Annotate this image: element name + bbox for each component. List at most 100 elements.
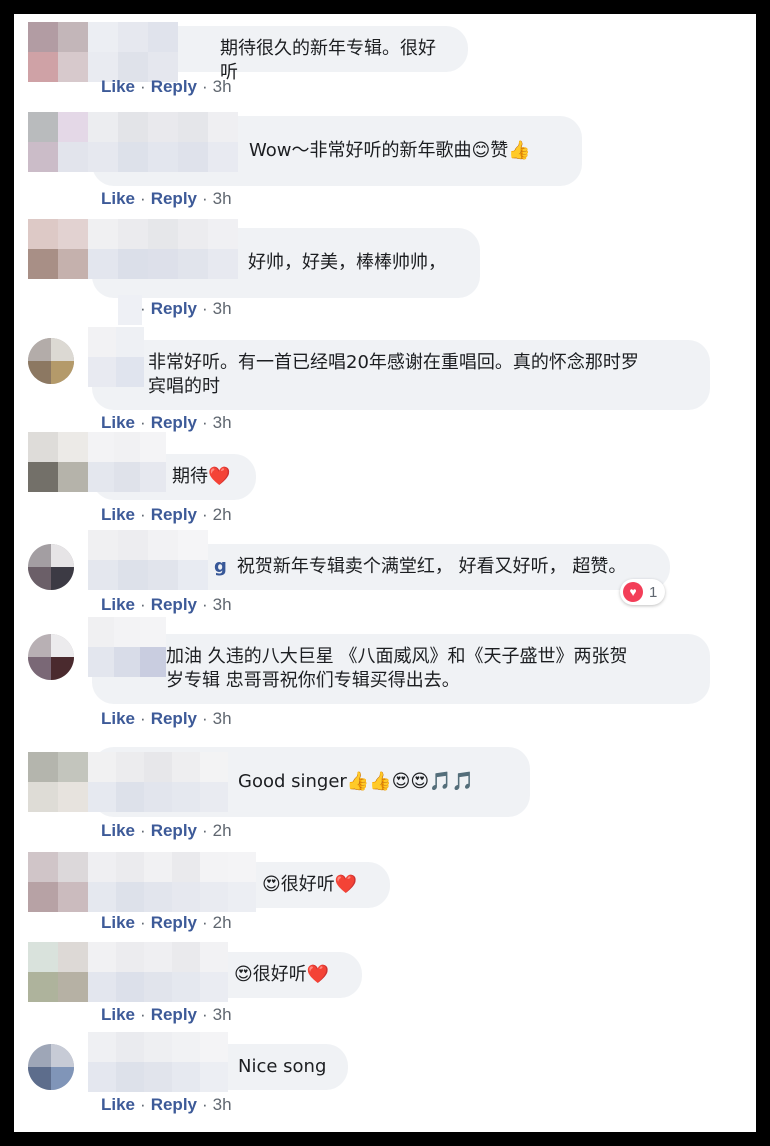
reply-link[interactable]: Reply: [151, 1005, 197, 1024]
timestamp[interactable]: 2h: [213, 505, 232, 524]
reply-link[interactable]: Reply: [151, 1095, 197, 1114]
reply-link[interactable]: Reply: [151, 299, 197, 318]
like-link[interactable]: Like: [101, 913, 135, 932]
comment-actions: Like · Reply · 2h: [101, 821, 232, 841]
blurred-name: [88, 617, 166, 677]
comment-actions: Like · Reply · 3h: [101, 709, 232, 729]
comment-actions: Like·Reply·3h: [101, 77, 232, 97]
blurred-avatar: [28, 752, 88, 812]
timestamp[interactable]: 2h: [213, 913, 232, 932]
separator: ·: [140, 1095, 146, 1114]
blurred-avatar: [28, 22, 88, 82]
reply-link[interactable]: Reply: [151, 821, 197, 840]
like-link[interactable]: Like: [101, 413, 135, 432]
comment-actions: Like · Reply · 3h: [101, 413, 232, 433]
blurred-name: [88, 942, 228, 1002]
timestamp[interactable]: 3h: [213, 299, 232, 318]
comment-text: Nice song: [238, 1056, 327, 1077]
blurred-name: [88, 852, 256, 912]
separator: ·: [140, 299, 146, 318]
avatar-image: [28, 1044, 74, 1090]
separator: ·: [202, 595, 208, 614]
comment-bubble[interactable]: 非常好听。有一首已经唱20年感谢在重唱回。真的怀念那时罗 宾唱的时: [92, 340, 710, 410]
reply-link[interactable]: Reply: [151, 77, 197, 96]
separator: ·: [140, 1005, 146, 1024]
separator: ·: [202, 913, 208, 932]
reply-link[interactable]: Reply: [151, 505, 197, 524]
blurred-avatar: [28, 432, 88, 492]
separator: ·: [202, 1095, 208, 1114]
blurred-avatar: [28, 219, 88, 279]
separator: ·: [202, 299, 208, 318]
avatar[interactable]: [28, 544, 74, 590]
blurred-name: [88, 432, 166, 492]
timestamp[interactable]: 3h: [213, 709, 232, 728]
reply-link[interactable]: Reply: [151, 189, 197, 208]
comment-actions: Like · Reply · 3h: [101, 595, 232, 615]
timestamp[interactable]: 3h: [213, 413, 232, 432]
like-link[interactable]: Like: [101, 189, 135, 208]
reply-link[interactable]: Reply: [151, 709, 197, 728]
commenter-name[interactable]: g: [214, 556, 227, 577]
avatar[interactable]: [28, 1044, 74, 1090]
separator: ·: [202, 821, 208, 840]
comment-text: 好帅，好美，棒棒帅帅，: [248, 252, 446, 273]
comment-text: 😍很好听❤️: [262, 874, 358, 895]
like-link[interactable]: Like: [101, 821, 135, 840]
love-reaction-icon: ♥: [623, 582, 643, 602]
separator: ·: [202, 1005, 208, 1024]
timestamp[interactable]: 3h: [213, 77, 232, 96]
comment-text: 😍很好听❤️: [234, 964, 330, 985]
blurred-name: [88, 219, 238, 279]
comment-text: Good singer👍👍😍😍🎵🎵: [238, 771, 474, 792]
avatar[interactable]: [28, 338, 74, 384]
avatar-image: [28, 544, 74, 590]
blurred-avatar: [28, 112, 88, 172]
separator: ·: [140, 709, 146, 728]
timestamp[interactable]: 3h: [213, 1095, 232, 1114]
timestamp[interactable]: 3h: [213, 189, 232, 208]
blurred-avatar: [28, 942, 88, 1002]
separator: ·: [202, 709, 208, 728]
comment-actions: Like · Reply · 3h: [101, 1005, 232, 1025]
reaction-badge[interactable]: ♥ 1: [620, 579, 666, 605]
comment-text: 期待很久的新年专辑。很好听: [220, 38, 436, 83]
reply-link[interactable]: Reply: [151, 595, 197, 614]
comment-text: 非常好听。有一首已经唱20年感谢在重唱回。真的怀念那时罗 宾唱的时: [148, 352, 639, 397]
blurred-avatar: [28, 852, 88, 912]
comment-actions: Like · Reply · 2h: [101, 505, 232, 525]
separator: ·: [140, 913, 146, 932]
separator: ·: [140, 413, 146, 432]
avatar-image: [28, 338, 74, 384]
comment-text: Wow～非常好听的新年歌曲😊赞👍: [249, 140, 531, 161]
separator: ·: [140, 595, 146, 614]
like-link[interactable]: Like: [101, 1095, 135, 1114]
avatar-image: [28, 634, 74, 680]
timestamp[interactable]: 2h: [213, 821, 232, 840]
like-link[interactable]: Like: [101, 709, 135, 728]
comments-panel: 期待很久的新年专辑。很好听 Like · Reply · 3h Wow～非常好听的新年歌…: [14, 14, 756, 1132]
like-link[interactable]: Like: [101, 77, 135, 96]
like-link[interactable]: Like: [101, 505, 135, 524]
blurred-name: [88, 752, 228, 812]
timestamp[interactable]: 3h: [213, 595, 232, 614]
blurred-name: [88, 530, 208, 590]
reply-link[interactable]: Reply: [151, 413, 197, 432]
separator: ·: [202, 189, 208, 208]
comment-bubble[interactable]: 加油 久违的八大巨星 《八面威风》和《天子盛世》两张贺 岁专辑 忠哥哥祝你们专辑…: [92, 634, 710, 704]
like-link[interactable]: Like: [101, 595, 135, 614]
avatar[interactable]: [28, 634, 74, 680]
separator: ·: [202, 505, 208, 524]
separator: ·: [202, 413, 208, 432]
comment-actions: Like·Reply·3h: [101, 299, 232, 319]
separator: ·: [140, 821, 146, 840]
blurred-name: [88, 112, 238, 172]
separator: ·: [140, 189, 146, 208]
comment-actions: Like · Reply · 3h: [101, 189, 232, 209]
blurred-name: [88, 22, 178, 82]
blurred-name: [88, 1032, 228, 1092]
reply-link[interactable]: Reply: [151, 913, 197, 932]
timestamp[interactable]: 3h: [213, 1005, 232, 1024]
separator: ·: [202, 77, 208, 96]
like-link[interactable]: Like: [101, 1005, 135, 1024]
